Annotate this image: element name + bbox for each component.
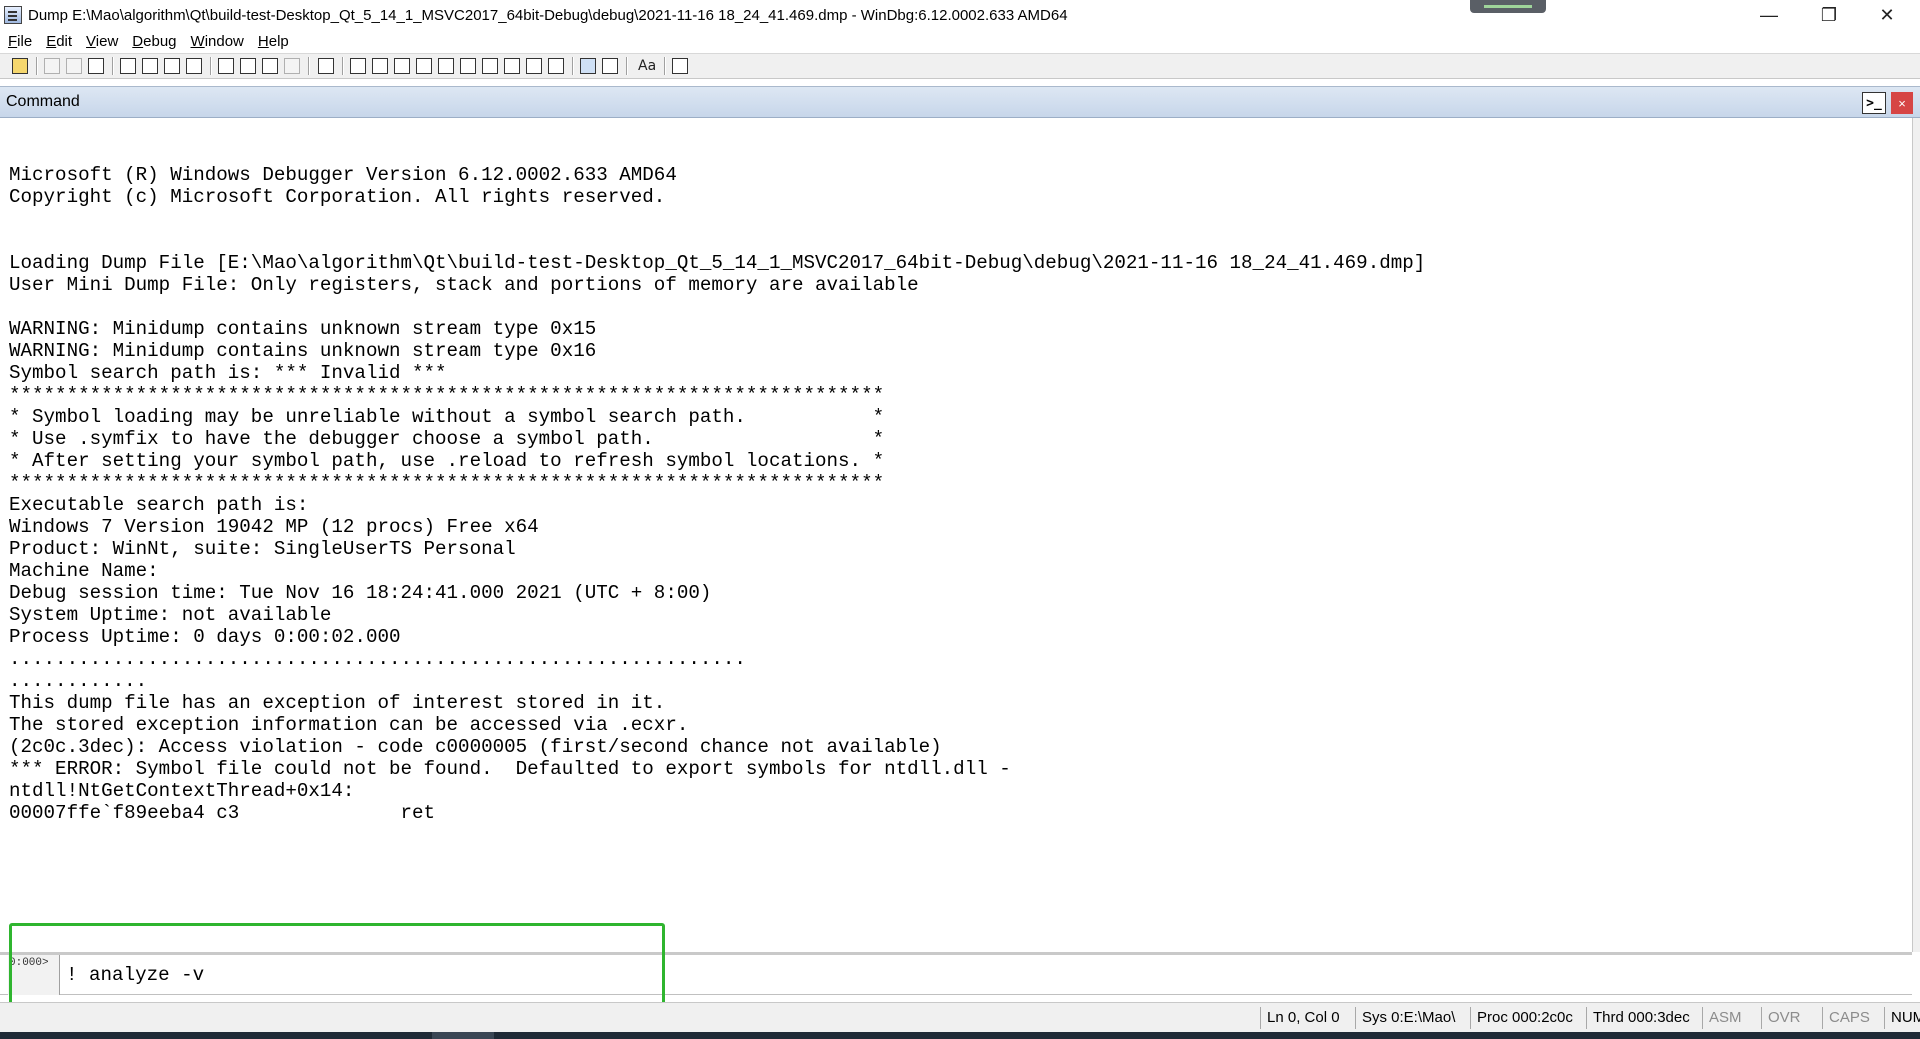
stop-debugging-icon[interactable] <box>164 58 180 74</box>
command-window-header: Command >_ × <box>0 86 1920 118</box>
open-folder-icon[interactable] <box>12 58 28 74</box>
cut-icon[interactable] <box>44 58 60 74</box>
go-icon[interactable] <box>120 58 136 74</box>
menu-bar: File Edit View Debug Window Help <box>0 30 1920 52</box>
options-icon[interactable] <box>672 58 688 74</box>
restart-icon[interactable] <box>142 58 158 74</box>
window-title: Dump E:\Mao\algorithm\Qt\build-test-Desk… <box>28 6 1068 24</box>
toolbar-separator <box>112 57 113 75</box>
step-into-icon[interactable] <box>218 58 234 74</box>
toolbar-separator <box>342 57 343 75</box>
locals-window-icon[interactable] <box>394 58 410 74</box>
dock-terminal-icon[interactable]: >_ <box>1862 92 1886 114</box>
menu-view[interactable]: View <box>86 33 118 50</box>
copy-icon[interactable] <box>66 58 82 74</box>
source-mode-on-icon[interactable] <box>580 58 596 74</box>
title-bar: Dump E:\Mao\algorithm\Qt\build-test-Desk… <box>0 0 1920 30</box>
status-proc: Proc 000:2c0c <box>1470 1007 1573 1029</box>
status-position: Ln 0, Col 0 <box>1260 1007 1340 1029</box>
toolbar: Aa <box>0 53 1920 79</box>
disassembly-window-icon[interactable] <box>482 58 498 74</box>
command-output-text: Microsoft (R) Windows Debugger Version 6… <box>9 164 1426 824</box>
registers-window-icon[interactable] <box>416 58 432 74</box>
close-window-button[interactable]: ✕ <box>1858 0 1916 30</box>
step-out-icon[interactable] <box>262 58 278 74</box>
processes-threads-icon[interactable] <box>526 58 542 74</box>
source-mode-icon[interactable] <box>548 58 564 74</box>
command-prompt: 0:000> <box>8 955 60 995</box>
toolbar-separator <box>36 57 37 75</box>
menu-edit[interactable]: Edit <box>46 33 72 50</box>
call-stack-window-icon[interactable] <box>460 58 476 74</box>
command-window-title: Command <box>6 93 80 110</box>
menu-file[interactable]: File <box>8 33 32 50</box>
hand-breakpoint-icon[interactable] <box>318 58 334 74</box>
status-ovr: OVR <box>1761 1007 1801 1029</box>
toolbar-separator <box>626 57 627 75</box>
run-to-cursor-icon[interactable] <box>284 58 300 74</box>
break-icon[interactable] <box>186 58 202 74</box>
command-output[interactable]: Microsoft (R) Windows Debugger Version 6… <box>0 118 1912 952</box>
restore-button[interactable]: ❐ <box>1800 0 1858 30</box>
toolbar-separator <box>210 57 211 75</box>
toolbar-separator <box>308 57 309 75</box>
menu-help[interactable]: Help <box>258 33 289 50</box>
step-over-icon[interactable] <box>240 58 256 74</box>
command-window-icon[interactable] <box>350 58 366 74</box>
status-caps: CAPS <box>1822 1007 1870 1029</box>
toolbar-separator <box>664 57 665 75</box>
source-mode-off-icon[interactable] <box>602 58 618 74</box>
watch-window-icon[interactable] <box>372 58 388 74</box>
memory-window-icon[interactable] <box>438 58 454 74</box>
status-sys: Sys 0:E:\Mao\ <box>1355 1007 1455 1029</box>
command-input[interactable] <box>62 957 1906 993</box>
status-asm: ASM <box>1702 1007 1742 1029</box>
status-num: NUM <box>1884 1007 1920 1029</box>
menu-window[interactable]: Window <box>191 33 244 50</box>
minimize-button[interactable]: — <box>1740 0 1798 30</box>
close-command-window-button[interactable]: × <box>1891 92 1913 114</box>
taskbar-item[interactable] <box>432 1032 494 1039</box>
command-input-row: 0:000> <box>0 955 1912 995</box>
window-thumbnail-handle[interactable] <box>1470 0 1546 13</box>
menu-debug[interactable]: Debug <box>132 33 176 50</box>
paste-icon[interactable] <box>88 58 104 74</box>
scratch-pad-icon[interactable] <box>504 58 520 74</box>
status-bar: Ln 0, Col 0 Sys 0:E:\Mao\ Proc 000:2c0c … <box>0 1002 1920 1032</box>
toolbar-separator <box>572 57 573 75</box>
font-icon[interactable]: Aa <box>638 56 656 76</box>
taskbar <box>0 1032 1920 1039</box>
windbg-app-icon[interactable] <box>4 6 22 24</box>
output-scrollbar[interactable] <box>1912 118 1920 952</box>
status-thread: Thrd 000:3dec <box>1586 1007 1690 1029</box>
